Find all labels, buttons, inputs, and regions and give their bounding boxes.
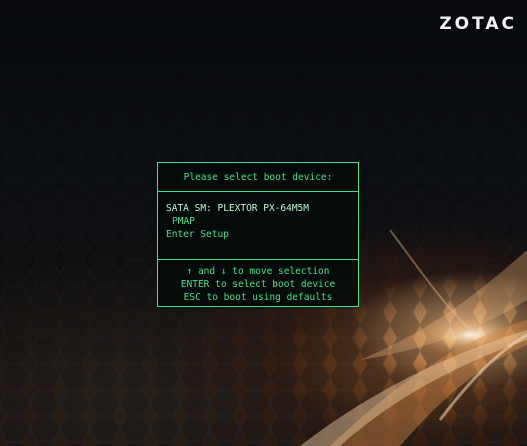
boot-device-enter-setup[interactable]: Enter Setup — [166, 228, 358, 241]
bios-boot-screen: ZOTAC Please select boot device: SATA SM… — [0, 0, 527, 446]
boot-device-sata-plextor[interactable]: SATA SM: PLEXTOR PX-64M5M — [166, 202, 358, 215]
help-move-selection: ↑ and ↓ to move selection — [186, 266, 330, 277]
boot-device-menu: Please select boot device: SATA SM: PLEX… — [157, 162, 359, 307]
boot-menu-title: Please select boot device: — [158, 163, 358, 192]
boot-device-pmap[interactable]: PMAP — [166, 215, 358, 228]
navigation-help: ↑ and ↓ to move selection ENTER to selec… — [158, 260, 358, 304]
help-esc-defaults: ESC to boot using defaults — [183, 292, 333, 303]
help-enter-select: ENTER to select boot device — [180, 279, 336, 290]
boot-device-list: SATA SM: PLEXTOR PX-64M5M PMAP Enter Set… — [158, 192, 358, 260]
zotac-logo: ZOTAC — [439, 14, 517, 34]
